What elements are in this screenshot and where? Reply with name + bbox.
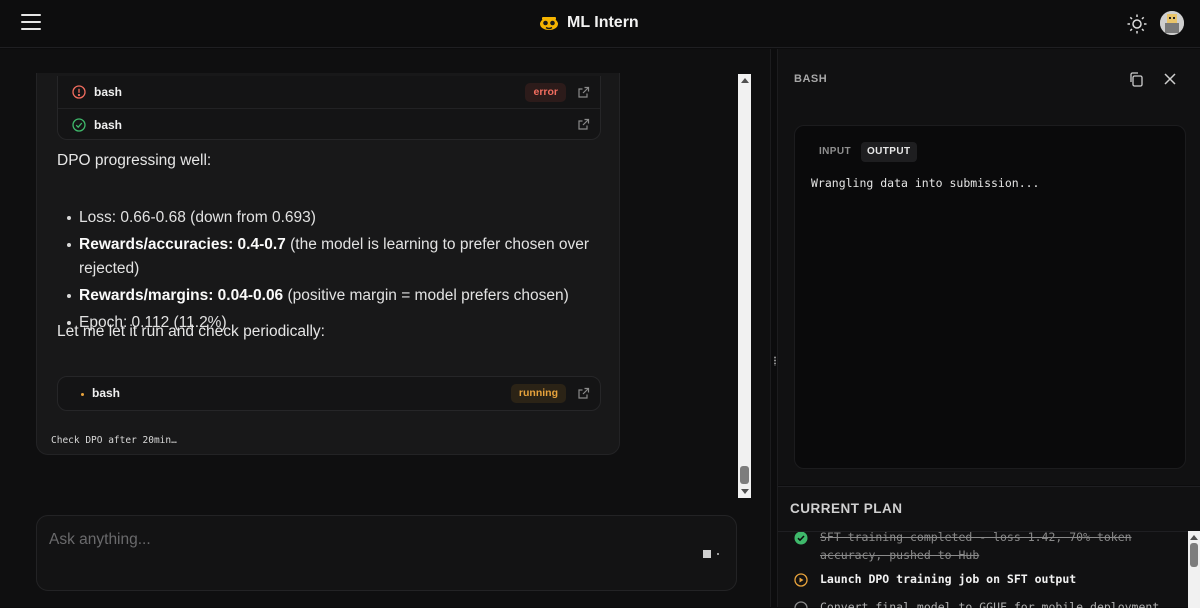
current-plan: CURRENT PLAN SFT training completed - lo… bbox=[778, 486, 1200, 608]
tool-call-group: bash error bash bbox=[57, 76, 601, 140]
plan-list: SFT training completed - loss 1.42, 70% … bbox=[778, 531, 1188, 608]
tool-call-row[interactable]: bash error bbox=[58, 76, 600, 108]
scrollbar-thumb[interactable] bbox=[740, 466, 749, 484]
activity-status: Check DPO after 20min… bbox=[51, 435, 177, 446]
message-intro: DPO progressing well: bbox=[57, 152, 212, 169]
scrollbar-thumb[interactable] bbox=[1190, 543, 1198, 567]
tool-panel: BASH INPUT OUTPUT Wrangling data into su… bbox=[778, 49, 1200, 485]
chat-scrollbar[interactable] bbox=[738, 74, 751, 498]
open-external-icon[interactable] bbox=[577, 86, 590, 99]
top-bar: ML Intern bbox=[0, 0, 1200, 48]
open-external-icon[interactable] bbox=[577, 387, 590, 400]
status-badge: error bbox=[525, 82, 566, 102]
assistant-message: bash error bash DPO progressing well: Lo… bbox=[36, 73, 620, 455]
composer bbox=[36, 515, 737, 591]
plan-scrollbar[interactable] bbox=[1188, 531, 1200, 608]
scroll-up-icon[interactable] bbox=[741, 78, 749, 83]
tool-call-row[interactable]: bash bbox=[58, 108, 600, 140]
drag-grip-icon[interactable] bbox=[774, 356, 776, 366]
play-circle-icon bbox=[794, 573, 808, 587]
plan-item: SFT training completed - loss 1.42, 70% … bbox=[820, 531, 1132, 562]
tab-output[interactable]: OUTPUT bbox=[861, 142, 917, 162]
check-circle-icon bbox=[72, 117, 86, 132]
avatar[interactable] bbox=[1160, 11, 1184, 35]
panel-title: BASH bbox=[794, 73, 828, 85]
progress-list: Loss: 0.66-0.68 (down from 0.693) Reward… bbox=[67, 206, 599, 338]
brand: ML Intern bbox=[539, 13, 639, 33]
scroll-up-icon[interactable] bbox=[1190, 535, 1198, 540]
theme-toggle-icon[interactable] bbox=[1126, 13, 1148, 35]
composer-dot-icon bbox=[717, 553, 719, 555]
running-tool-call[interactable]: bash running bbox=[57, 376, 601, 411]
chat-area: bash error bash DPO progressing well: Lo… bbox=[0, 49, 770, 607]
panel-resize-handle[interactable] bbox=[770, 49, 778, 607]
io-tabs: INPUT OUTPUT bbox=[813, 142, 917, 162]
scroll-down-icon[interactable] bbox=[741, 489, 749, 494]
list-item: Rewards/accuracies: 0.4-0.7 (the model i… bbox=[67, 233, 599, 281]
tool-call-name: bash bbox=[92, 386, 121, 400]
app-title: ML Intern bbox=[567, 14, 639, 31]
status-badge: running bbox=[510, 384, 566, 403]
menu-icon[interactable] bbox=[21, 14, 41, 32]
chat-input[interactable] bbox=[49, 528, 649, 552]
check-circle-icon bbox=[794, 532, 808, 545]
plan-title: CURRENT PLAN bbox=[790, 501, 903, 516]
plan-item: Launch DPO training job on SFT output bbox=[820, 572, 1077, 586]
open-external-icon[interactable] bbox=[577, 118, 590, 131]
error-icon bbox=[72, 85, 86, 99]
message-outro: Let me let it run and check periodically… bbox=[57, 323, 325, 340]
stop-button[interactable] bbox=[703, 550, 711, 558]
spinner-icon bbox=[81, 393, 84, 396]
copy-icon[interactable] bbox=[1128, 71, 1144, 87]
list-item: Loss: 0.66-0.68 (down from 0.693) bbox=[67, 206, 599, 230]
list-item: Rewards/margins: 0.04-0.06 (positive mar… bbox=[67, 284, 599, 308]
output-box: INPUT OUTPUT Wrangling data into submiss… bbox=[794, 125, 1186, 469]
tab-input[interactable]: INPUT bbox=[813, 142, 857, 162]
output-text: Wrangling data into submission... bbox=[811, 176, 1040, 190]
close-icon[interactable] bbox=[1162, 71, 1178, 87]
brand-logo-icon bbox=[540, 17, 558, 30]
tool-call-name: bash bbox=[94, 85, 123, 99]
tool-call-name: bash bbox=[94, 117, 123, 132]
